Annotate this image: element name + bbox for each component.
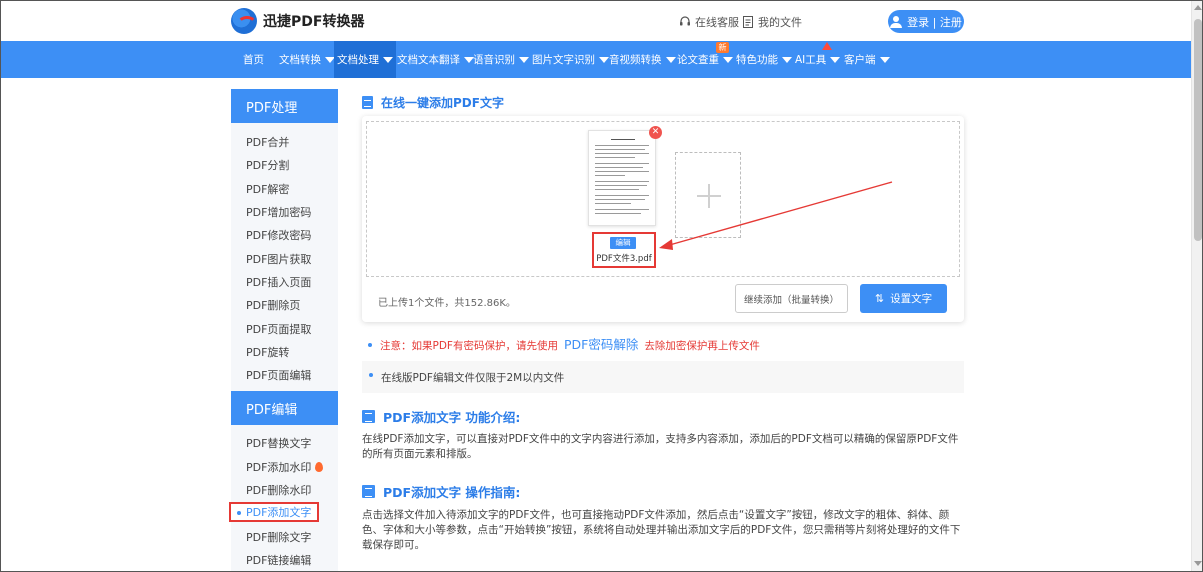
nav-doc-process[interactable]: 文档处理 [334, 41, 396, 78]
caret-down-icon [383, 56, 393, 63]
nav-label: 文档处理 [337, 54, 379, 66]
nav-speech[interactable]: 语音识别 [470, 41, 532, 78]
sidebar-item-pdf-merge[interactable]: PDF合并 [246, 134, 289, 150]
nav-label: 文档文本翻译 [397, 54, 460, 66]
sidebar-item-pdf-change-password[interactable]: PDF修改密码 [246, 227, 311, 243]
sidebar-item-pdf-add-watermark[interactable]: PDF添加水印 [246, 459, 324, 475]
nav-label: 论文查重 [677, 54, 719, 66]
flame-icon [315, 462, 324, 472]
guide-heading-text: PDF添加文字 操作指南: [383, 485, 521, 500]
scroll-up-icon[interactable] [1194, 5, 1202, 10]
online-service-label: 在线客服 [695, 16, 739, 29]
nav-doc-convert[interactable]: 文档转换 [276, 41, 338, 78]
new-badge: 新 [716, 42, 729, 53]
sidebar: PDF处理 PDF合并 PDF分割 PDF解密 PDF增加密码 PDF修改密码 … [229, 89, 338, 571]
info-icon [362, 410, 375, 423]
nav-client[interactable]: 客户端 [841, 41, 893, 78]
sidebar-item-pdf-delete-page[interactable]: PDF删除页 [246, 297, 300, 313]
sidebar-item-pdf-add-password[interactable]: PDF增加密码 [246, 204, 311, 220]
caret-down-icon [782, 56, 792, 63]
limit-text: 在线版PDF编辑文件仅限于2M以内文件 [381, 371, 565, 384]
intro-paragraph: 在线PDF添加文字，可以直接对PDF文件中的文字内容进行添加，支持多内容添加，添… [362, 433, 959, 460]
nav-features[interactable]: 特色功能 [733, 41, 795, 78]
sidebar-item-pdf-image-extract[interactable]: PDF图片获取 [246, 251, 311, 267]
sidebar-group-pdf-process: PDF处理 [231, 89, 338, 123]
login-register-label: 登录 | 注册 [907, 15, 962, 29]
set-text-button[interactable]: ⇅ 设置文字 [860, 284, 947, 313]
caret-down-icon [830, 56, 841, 63]
nav-home[interactable]: 首页 [240, 41, 267, 78]
sidebar-item-label: PDF添加水印 [246, 461, 312, 474]
logo[interactable]: 迅捷PDF转换器 [231, 8, 364, 34]
caret-down-icon [723, 56, 733, 63]
login-register-button[interactable]: 登录 | 注册 [888, 10, 964, 33]
intro-heading-text: PDF添加文字 功能介绍: [383, 410, 521, 425]
logo-text: 迅捷PDF转换器 [263, 14, 365, 30]
guide-heading: PDF添加文字 操作指南: [362, 482, 520, 501]
top-header: 迅捷PDF转换器 在线客服 我的文件 登录 | 注册 [1, 1, 1191, 41]
note-prefix: 注意：如果PDF有密码保护，请先使用 [380, 340, 558, 352]
page-title: 在线一键添加PDF文字 [362, 94, 504, 111]
scrollbar-thumb[interactable] [1194, 19, 1202, 241]
bullet-icon [369, 373, 373, 377]
sidebar-item-pdf-delete-text[interactable]: PDF删除文字 [246, 529, 311, 545]
note-suffix: 去除加密保护再上传文件 [644, 340, 760, 352]
set-text-label: 设置文字 [890, 293, 933, 305]
nav-doc-translate[interactable]: 文档文本翻译 [394, 41, 477, 78]
nav-label: AI工具 [795, 54, 827, 66]
password-note: 注意：如果PDF有密码保护，请先使用 PDF密码解除 去除加密保护再上传文件 [368, 334, 760, 353]
browser-page: 迅捷PDF转换器 在线客服 我的文件 登录 | 注册 首页 文档转换 文档处理 … [0, 0, 1203, 572]
continue-add-button[interactable]: 继续添加（批量转换） [735, 284, 848, 313]
sidebar-group-pdf-edit: PDF编辑 [231, 391, 338, 425]
caret-down-icon [519, 56, 529, 63]
scroll-down-icon[interactable] [1194, 561, 1202, 566]
logo-icon [231, 8, 257, 34]
my-files-label: 我的文件 [758, 16, 802, 29]
nav-ai-tools[interactable]: AI工具 [792, 41, 843, 78]
pdf-password-remove-link[interactable]: PDF密码解除 [564, 334, 638, 353]
sidebar-item-pdf-page-edit[interactable]: PDF页面编辑 [246, 367, 311, 383]
page-title-text: 在线一键添加PDF文字 [381, 96, 504, 110]
vertical-scrollbar[interactable] [1191, 1, 1202, 571]
upload-panel: ✕ 编辑 PDF文件3.pdf 已上传1个文件，共152.86K。 继续添加（批… [362, 116, 964, 322]
intro-heading: PDF添加文字 功能介绍: [362, 407, 520, 426]
nav-label: 首页 [243, 54, 264, 66]
sidebar-item-pdf-replace-text[interactable]: PDF替换文字 [246, 435, 311, 451]
guide-paragraph: 点击选择文件加入待添加文字的PDF文件，也可直接拖动PDF文件添加，然后点击“设… [362, 509, 961, 551]
nav-label: 音视频转换 [609, 54, 662, 66]
headset-icon [680, 16, 690, 26]
sidebar-item-pdf-split[interactable]: PDF分割 [246, 157, 289, 173]
hot-badge-icon [822, 42, 832, 50]
nav-ocr[interactable]: 图片文字识别 [529, 41, 612, 78]
my-files-link[interactable]: 我的文件 [742, 14, 802, 30]
file-size-limit-note: 在线版PDF编辑文件仅限于2M以内文件 [362, 361, 964, 393]
main-nav: 首页 文档转换 文档处理 文档文本翻译 语音识别 图片文字识别 音视频转换 论文… [1, 41, 1191, 78]
sidebar-item-pdf-page-extract[interactable]: PDF页面提取 [246, 321, 311, 337]
sidebar-item-pdf-rotate[interactable]: PDF旋转 [246, 344, 289, 360]
nav-label: 文档转换 [279, 54, 321, 66]
sidebar-item-pdf-decrypt[interactable]: PDF解密 [246, 181, 289, 197]
document-icon [362, 96, 373, 109]
sidebar-item-pdf-add-text[interactable]: PDF添加文字 [229, 502, 319, 522]
sidebar-item-pdf-insert-page[interactable]: PDF插入页面 [246, 274, 311, 290]
swap-icon: ⇅ [874, 292, 885, 305]
caret-down-icon [879, 56, 890, 63]
nav-label: 客户端 [844, 54, 876, 66]
nav-label: 特色功能 [736, 54, 778, 66]
nav-label: 图片文字识别 [532, 54, 595, 66]
nav-label: 语音识别 [473, 54, 515, 66]
sidebar-item-pdf-link-edit[interactable]: PDF链接编辑 [246, 552, 311, 568]
online-service-link[interactable]: 在线客服 [679, 14, 739, 30]
user-icon [890, 15, 903, 28]
bullet-icon [368, 343, 372, 347]
upload-status-text: 已上传1个文件，共152.86K。 [378, 298, 516, 309]
sidebar-item-pdf-remove-watermark[interactable]: PDF删除水印 [246, 482, 311, 498]
nav-av-convert[interactable]: 音视频转换 [606, 41, 679, 78]
file-list-icon [743, 16, 753, 28]
guide-icon [362, 485, 375, 498]
